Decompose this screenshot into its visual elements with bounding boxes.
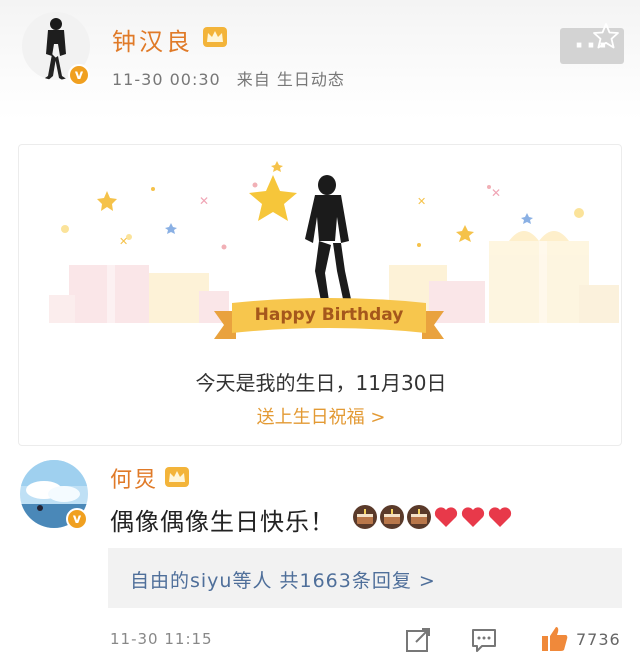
birthday-message: 今天是我的生日，11月30日: [195, 371, 447, 395]
comment-icon[interactable]: [470, 626, 498, 654]
post-meta: 11-30 00:30 来自 生日动态: [112, 66, 345, 90]
send-birthday-wishes-link[interactable]: 送上生日祝福 >: [19, 403, 621, 429]
commenter-name[interactable]: 何炅: [110, 462, 158, 494]
cake-icon: [407, 505, 431, 529]
comment-emojis: [352, 504, 513, 532]
cake-icon: [380, 505, 404, 529]
comment-time: 11-30 11:15: [110, 630, 213, 648]
reply-summary-link[interactable]: 自由的siyu等人 共1663条回复 >: [130, 566, 436, 593]
heart-icon: [461, 507, 485, 527]
comment-text: 偶像偶像生日快乐！: [110, 508, 335, 536]
star-outline-icon[interactable]: [592, 22, 620, 50]
author-avatar[interactable]: v: [20, 10, 92, 88]
like-count: 7736: [576, 630, 621, 649]
author-name[interactable]: 钟汉良: [112, 22, 193, 57]
post-time: 11-30 00:30: [112, 70, 221, 89]
replies-box[interactable]: 自由的siyu等人 共1663条回复 >: [108, 548, 622, 608]
commenter-verified-badge: v: [66, 508, 88, 530]
post-source: 来自 生日动态: [236, 70, 345, 89]
ribbon-text: Happy Birthday: [254, 305, 404, 325]
commenter-crown-icon: [165, 467, 189, 487]
crown-icon: [203, 27, 227, 47]
verified-badge: v: [68, 64, 90, 86]
like-icon[interactable]: [540, 624, 570, 654]
svg-text:✕: ✕: [119, 235, 128, 248]
birthday-card[interactable]: ✕ ✕ ✕ ✕ Happy Birthday 今天是我的生日，11月30日 送上…: [18, 144, 622, 446]
heart-icon: [488, 507, 512, 527]
svg-text:✕: ✕: [199, 194, 209, 208]
svg-text:✕: ✕: [417, 195, 426, 208]
share-icon[interactable]: [404, 626, 432, 654]
cake-icon: [353, 505, 377, 529]
post-header: v 钟汉良 11-30 00:30 来自 生日动态 ···: [0, 0, 640, 120]
svg-text:✕: ✕: [491, 186, 501, 200]
heart-icon: [434, 507, 458, 527]
